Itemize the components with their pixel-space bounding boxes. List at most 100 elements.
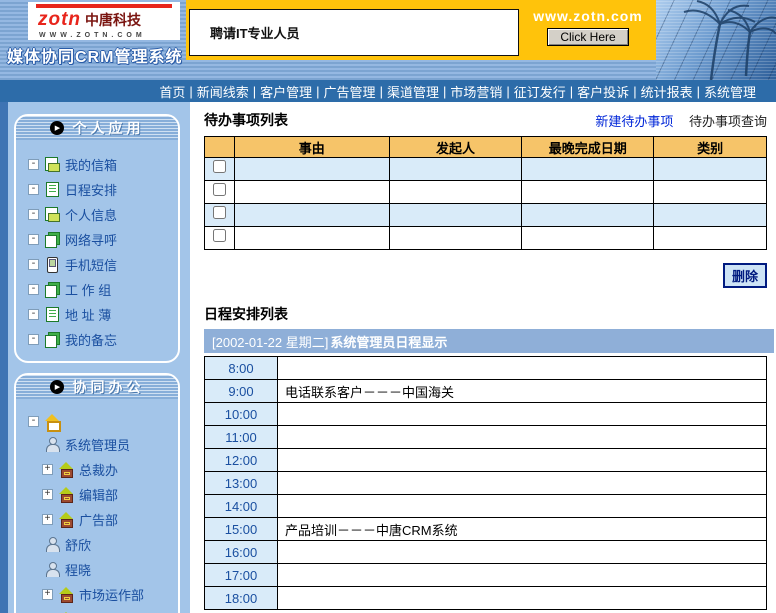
ad-banner[interactable]: 聘请IT专业人员 www.zotn.com Click Here	[186, 0, 656, 60]
checkbox-column-header	[205, 137, 235, 158]
nav-separator: |	[506, 84, 509, 99]
sidebar-item[interactable]: -网络寻呼	[28, 230, 174, 249]
sidebar-item[interactable]: - 日程安排	[28, 180, 174, 199]
schedule-time-cell: 16:00	[205, 541, 278, 564]
nav-item-3[interactable]: 客户管理	[260, 82, 312, 101]
collapse-box-icon[interactable]: -	[28, 284, 39, 295]
collapse-box-icon[interactable]: -	[28, 184, 39, 195]
schedule-time-cell: 18:00	[205, 587, 278, 610]
collapse-box-icon[interactable]: -	[28, 334, 39, 345]
schedule-time-cell: 17:00	[205, 564, 278, 587]
nav-item-7[interactable]: 征订发行	[514, 82, 566, 101]
play-icon: ▶	[50, 380, 64, 394]
tree-node-label: 市场运作部	[79, 585, 144, 604]
todo-header-row: 待办事项列表 新建待办事项 待办事项查询	[204, 110, 767, 130]
expand-box-icon[interactable]: +	[42, 514, 53, 525]
expand-box-icon[interactable]: +	[42, 489, 53, 500]
person-icon	[44, 437, 60, 452]
sidebar-item[interactable]: -个人信息	[28, 205, 174, 224]
banner-site-url: www.zotn.com	[520, 8, 656, 24]
schedule-entry-cell[interactable]	[278, 541, 767, 564]
panel-personal-header: ▶ 个人应用	[16, 116, 178, 140]
panel-personal-title: 个人应用	[73, 118, 145, 138]
sidebar-item-label: 日程安排	[65, 180, 117, 199]
tree-node-广告部[interactable]: + 广告部	[42, 510, 174, 529]
nav-item-8[interactable]: 客户投诉	[577, 82, 629, 101]
collapse-box-icon[interactable]: -	[28, 309, 39, 320]
schedule-entry-cell[interactable]	[278, 472, 767, 495]
todo-row-checkbox[interactable]	[213, 160, 226, 173]
schedule-entry-cell[interactable]	[278, 426, 767, 449]
schedule-entry-cell[interactable]: 产品培训－－－中唐CRM系统	[278, 518, 767, 541]
panel-collaboration: ▶ 协同办公 -系统管理员+总裁办+编辑部+广告部舒欣程晓+市场运作部+办公室	[14, 373, 180, 613]
ad-banner-text: 聘请IT专业人员	[189, 9, 519, 56]
schedule-time-cell: 11:00	[205, 426, 278, 449]
nav-item-5[interactable]: 渠道管理	[387, 82, 439, 101]
tree-node-舒欣[interactable]: 舒欣	[44, 535, 174, 554]
schedule-entry-cell[interactable]	[278, 587, 767, 610]
tree-node-root[interactable]: -	[28, 414, 174, 429]
nav-item-9[interactable]: 统计报表	[641, 82, 693, 101]
todo-row-checkbox[interactable]	[213, 206, 226, 219]
nav-item-4[interactable]: 广告管理	[324, 82, 376, 101]
expand-box-icon[interactable]: +	[42, 464, 53, 475]
schedule-entry-cell[interactable]	[278, 449, 767, 472]
schedule-header-bar: [2002-01-22 星期二] 系统管理员日程显示	[204, 329, 774, 353]
schedule-row: 14:00	[205, 495, 767, 518]
tree-node-label: 广告部	[79, 510, 118, 529]
schedule-entry-cell[interactable]	[278, 403, 767, 426]
main-content: 待办事项列表 新建待办事项 待办事项查询 事由发起人最晚完成日期类别 删除 日程…	[190, 102, 776, 613]
schedule-entry-cell[interactable]	[278, 495, 767, 518]
click-here-button[interactable]: Click Here	[547, 28, 628, 46]
tree-node-label: 系统管理员	[65, 435, 130, 454]
tree-node-编辑部[interactable]: +编辑部	[42, 485, 174, 504]
todo-row-checkbox[interactable]	[213, 229, 226, 242]
todo-cell	[389, 227, 522, 250]
todo-links: 新建待办事项 待办事项查询	[595, 111, 767, 130]
sidebar-item[interactable]: -手机短信	[28, 255, 174, 274]
todo-column-header: 类别	[654, 137, 767, 158]
expand-box-icon[interactable]: +	[42, 589, 53, 600]
sidebar-item[interactable]: -地 址 薄	[28, 305, 174, 324]
schedule-entry-cell[interactable]	[278, 357, 767, 380]
schedule-row: 12:00	[205, 449, 767, 472]
tree-node-总裁办[interactable]: +总裁办	[42, 460, 174, 479]
collapse-box-icon[interactable]: -	[28, 159, 39, 170]
collapse-box-icon[interactable]: -	[28, 234, 39, 245]
sidebar-item[interactable]: -我的备忘	[28, 330, 174, 349]
todo-cell	[522, 158, 654, 181]
collapse-box-icon[interactable]: -	[28, 416, 39, 427]
todo-cell	[522, 181, 654, 204]
nav-item-10[interactable]: 系统管理	[704, 82, 756, 101]
nav-separator: |	[380, 84, 383, 99]
home-icon	[44, 414, 60, 429]
nav-item-2[interactable]: 新闻线索	[197, 82, 249, 101]
person-icon	[44, 537, 60, 552]
tree-node-程晓[interactable]: 程晓	[44, 560, 174, 579]
palm-trees-photo	[656, 0, 776, 80]
pages-icon	[44, 282, 60, 297]
sidebar-item[interactable]: -工 作 组	[28, 280, 174, 299]
schedule-entry-cell[interactable]: 电话联系客户－－－中国海关	[278, 380, 767, 403]
collapse-box-icon[interactable]: -	[28, 209, 39, 220]
collapse-box-icon[interactable]: -	[28, 259, 39, 270]
mail-icon	[44, 207, 60, 222]
delete-button[interactable]: 删除	[723, 263, 767, 288]
tree-node-市场运作部[interactable]: + 市场运作部	[42, 585, 174, 604]
tree-node-系统管理员[interactable]: 系统管理员	[44, 435, 174, 454]
schedule-row: 15:00产品培训－－－中唐CRM系统	[205, 518, 767, 541]
schedule-entry-cell[interactable]	[278, 564, 767, 587]
company-logo[interactable]: zotn 中唐科技 WWW.ZOTN.COM	[28, 2, 180, 40]
play-icon: ▶	[50, 121, 64, 135]
nav-item-6[interactable]: 市场营销	[450, 82, 502, 101]
nav-separator: |	[633, 84, 636, 99]
schedule-date: [2002-01-22 星期二]	[212, 332, 328, 351]
query-todo-link[interactable]: 待办事项查询	[689, 114, 767, 129]
person-icon	[44, 562, 60, 577]
home-icon	[58, 487, 74, 502]
new-todo-link[interactable]: 新建待办事项	[595, 114, 673, 129]
schedule-row: 10:00	[205, 403, 767, 426]
nav-item-1[interactable]: 首页	[159, 82, 185, 101]
sidebar-item[interactable]: -我的信箱	[28, 155, 174, 174]
todo-row-checkbox[interactable]	[213, 183, 226, 196]
